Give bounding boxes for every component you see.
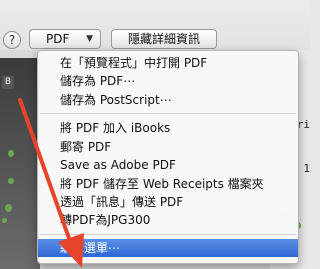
help-button[interactable]: ? <box>3 31 21 49</box>
dialog-toolbar: ? PDF ▼ 隱藏詳細資訊 <box>0 0 310 50</box>
menu-item-mail-pdf[interactable]: 郵寄 PDF <box>38 138 298 156</box>
preview-badge: B <box>2 76 14 89</box>
menu-item-save-as-postscript[interactable]: 儲存為 PostScript⋯ <box>38 91 298 109</box>
menu-item-open-in-preview[interactable]: 在「預覽程式」中打開 PDF <box>38 54 298 72</box>
preview-dot <box>5 204 12 212</box>
menu-item-add-to-ibooks[interactable]: 將 PDF 加入 iBooks <box>38 119 298 137</box>
pdf-dropdown-menu: 在「預覽程式」中打開 PDF 儲存為 PDF⋯ 儲存為 PostScript⋯ … <box>37 50 299 264</box>
menu-separator <box>40 113 296 114</box>
menu-item-save-to-web-receipts[interactable]: 將 PDF 儲存至 Web Receipts 檔案夾 <box>38 175 298 193</box>
menu-separator <box>40 234 296 235</box>
preview-dot <box>2 218 7 223</box>
menu-item-convert-to-jpg300[interactable]: 轉PDF為JPG300 <box>38 211 298 229</box>
preview-dot <box>8 150 14 157</box>
menu-item-save-as-pdf[interactable]: 儲存為 PDF⋯ <box>38 72 298 90</box>
chevron-down-icon: ▼ <box>86 34 93 44</box>
preview-dark-panel: B <box>0 58 40 269</box>
menu-item-save-as-adobe-pdf[interactable]: Save as Adobe PDF <box>38 156 298 174</box>
menu-item-send-via-messages[interactable]: 透過「訊息」傳送 PDF <box>38 193 298 211</box>
print-dialog: ? PDF ▼ 隱藏詳細資訊 B ri 1 在「預覽程式」中打開 PDF 儲存為… <box>0 0 310 269</box>
pdf-menu-button[interactable]: PDF ▼ <box>29 29 101 49</box>
pdf-button-label: PDF <box>46 32 70 46</box>
preview-dot <box>8 178 14 184</box>
preview-side-label: 1 <box>303 162 310 175</box>
hide-details-button[interactable]: 隱藏詳細資訊 <box>111 29 217 49</box>
menu-item-edit-menu[interactable]: 編輯選單⋯ <box>38 239 298 257</box>
